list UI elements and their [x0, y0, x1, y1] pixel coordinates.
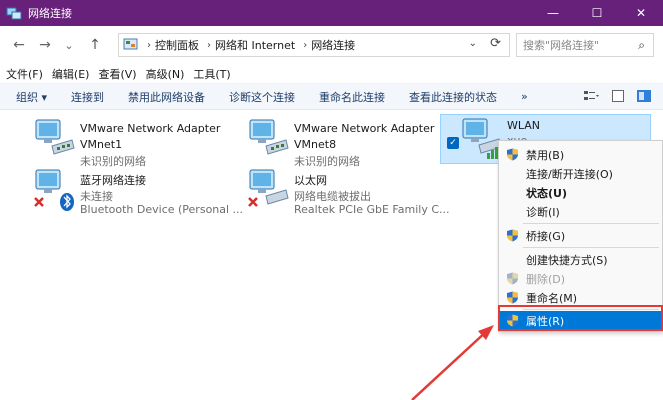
adapter-name: WLAN — [507, 119, 541, 132]
title-bar: 网络连接 — ☐ ✕ — [0, 0, 663, 26]
uac-shield-icon — [506, 229, 519, 242]
disable-device-button[interactable]: 禁用此网络设备 — [128, 89, 205, 105]
recent-locations-button[interactable]: ⌄ — [58, 34, 80, 56]
menu-item-label: 诊断(I) — [526, 205, 560, 219]
forward-button[interactable]: → — [34, 34, 56, 56]
breadcrumb-control-panel[interactable]: 控制面板 — [155, 37, 199, 53]
adapter-bluetooth[interactable]: 蓝牙网络连接 未连接 Bluetooth Device (Personal ..… — [32, 166, 243, 216]
annotation-highlight-box — [498, 305, 663, 331]
menu-item-label: 禁用(B) — [526, 148, 565, 162]
adapter-name: 蓝牙网络连接 — [80, 174, 146, 187]
menu-item-disable[interactable]: 禁用(B) — [499, 145, 663, 164]
menu-separator — [523, 223, 659, 224]
rename-connection-button[interactable]: 重命名此连接 — [319, 89, 385, 105]
connect-to-button[interactable]: 连接到 — [71, 89, 104, 105]
adapter-status: 未连接 — [80, 190, 113, 203]
close-button[interactable]: ✕ — [619, 0, 663, 26]
adapter-name: 以太网 — [294, 174, 327, 187]
view-status-button[interactable]: 查看此连接的状态 — [409, 89, 497, 105]
diagnose-connection-button[interactable]: 诊断这个连接 — [229, 89, 295, 105]
chevron-down-icon[interactable]: ⌄ — [469, 38, 477, 49]
menu-tools[interactable]: 工具(T) — [193, 66, 230, 82]
adapter-device: Bluetooth Device (Personal ... — [80, 203, 244, 216]
adapter-name-line2: VMnet1 — [80, 138, 123, 151]
ethernet-adapter-icon — [246, 166, 294, 214]
menu-item-label: 创建快捷方式(S) — [526, 253, 608, 267]
menu-view[interactable]: 查看(V) — [98, 66, 136, 82]
menu-item-label: 桥接(G) — [526, 229, 566, 243]
preview-pane-icon[interactable] — [609, 87, 627, 105]
refresh-icon[interactable]: ⟳ — [490, 36, 501, 51]
adapter-status: 网络电缆被拔出 — [294, 190, 371, 203]
network-adapter-icon — [246, 116, 294, 164]
search-icon[interactable]: ⌕ — [638, 38, 645, 53]
up-button[interactable]: ↑ — [84, 34, 106, 56]
checkbox-checked-icon[interactable]: ✓ — [447, 137, 459, 149]
network-adapter-icon — [32, 116, 80, 164]
address-row: ← → ⌄ ↑ › 控制面板 › 网络和 Internet › 网络连接 ⌄ ⟳… — [0, 26, 663, 64]
search-input[interactable]: 搜索"网络连接" ⌕ — [516, 33, 654, 57]
menu-separator — [523, 247, 659, 248]
uac-shield-icon — [506, 148, 519, 161]
search-placeholder: 搜索"网络连接" — [523, 39, 600, 52]
window-title: 网络连接 — [28, 7, 72, 20]
control-panel-icon — [123, 38, 139, 52]
adapter-vmnet1[interactable]: VMware Network Adapter VMnet1 未识别的网络 — [32, 116, 232, 168]
menu-advanced[interactable]: 高级(N) — [146, 66, 185, 82]
breadcrumb-separator-icon: › — [207, 39, 211, 51]
adapter-name-line2: VMnet8 — [294, 138, 337, 151]
menu-file[interactable]: 文件(F) — [6, 66, 43, 82]
menu-bar: 文件(F) 编辑(E) 查看(V) 高级(N) 工具(T) — [0, 64, 663, 84]
more-commands-button[interactable]: » — [521, 90, 528, 103]
menu-item-label: 连接/断开连接(O) — [526, 167, 613, 181]
menu-item-status[interactable]: 状态(U) — [499, 183, 663, 202]
menu-item-connect-disconnect[interactable]: 连接/断开连接(O) — [499, 164, 663, 183]
adapter-vmnet8[interactable]: VMware Network Adapter VMnet8 未识别的网络 — [246, 116, 446, 168]
menu-item-bridge[interactable]: 桥接(G) — [499, 226, 663, 245]
menu-item-label: 重命名(M) — [526, 291, 578, 305]
organize-button[interactable]: 组织 ▾ — [16, 89, 47, 105]
adapter-device: Realtek PCIe GbE Family C... — [294, 203, 450, 216]
breadcrumb-separator-icon: › — [303, 39, 308, 51]
help-icon[interactable] — [635, 87, 653, 105]
menu-item-diagnose[interactable]: 诊断(I) — [499, 202, 663, 221]
breadcrumb-network-internet[interactable]: 网络和 Internet — [215, 37, 295, 53]
maximize-button[interactable]: ☐ — [575, 0, 619, 26]
adapter-name: VMware Network Adapter — [294, 122, 435, 135]
command-bar: 组织 ▾ 连接到 禁用此网络设备 诊断这个连接 重命名此连接 查看此连接的状态 … — [0, 84, 663, 110]
adapter-ethernet[interactable]: 以太网 网络电缆被拔出 Realtek PCIe GbE Family C... — [246, 166, 450, 216]
uac-shield-icon — [506, 291, 519, 304]
adapter-name: VMware Network Adapter — [80, 122, 221, 135]
uac-shield-icon — [506, 272, 519, 285]
view-options-icon[interactable] — [583, 87, 601, 105]
menu-item-label: 删除(D) — [526, 272, 566, 286]
menu-edit[interactable]: 编辑(E) — [52, 66, 90, 82]
menu-item-delete: 删除(D) — [499, 269, 663, 288]
breadcrumb-separator-icon: › — [147, 39, 151, 51]
address-bar[interactable]: › 控制面板 › 网络和 Internet › 网络连接 ⌄ ⟳ — [118, 33, 510, 57]
minimize-button[interactable]: — — [531, 0, 575, 26]
network-connections-icon — [6, 5, 22, 21]
back-button[interactable]: ← — [8, 34, 30, 56]
menu-item-label: 状态(U) — [526, 186, 567, 200]
breadcrumb-network-connections[interactable]: 网络连接 — [311, 37, 355, 53]
context-menu: 禁用(B) 连接/断开连接(O) 状态(U) 诊断(I) 桥接(G) 创建快捷方… — [498, 140, 663, 332]
bluetooth-adapter-icon — [32, 166, 80, 214]
menu-item-create-shortcut[interactable]: 创建快捷方式(S) — [499, 250, 663, 269]
